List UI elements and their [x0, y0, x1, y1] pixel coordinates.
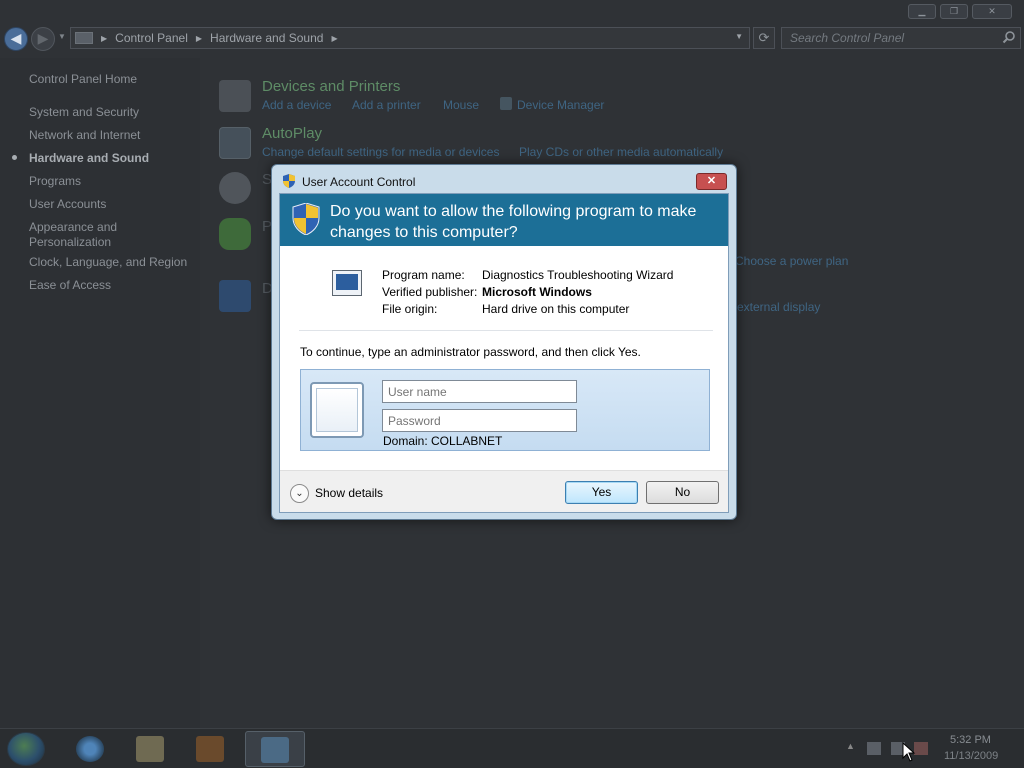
breadcrumb-separator-icon[interactable]: ▶	[196, 34, 202, 43]
sound-icon[interactable]	[219, 172, 251, 204]
autoplay-title[interactable]: AutoPlay	[262, 125, 322, 142]
program-name-label: Program name:	[382, 268, 465, 282]
taskbar-explorer[interactable]	[123, 731, 177, 767]
uac-title: User Account Control	[302, 175, 416, 189]
device-manager-link[interactable]: Device Manager	[517, 98, 604, 112]
taskbar-control-panel[interactable]	[245, 731, 305, 767]
username-field[interactable]	[382, 380, 577, 403]
mouse-cursor-icon	[902, 742, 916, 762]
volume-icon[interactable]	[914, 742, 928, 755]
forward-arrow-icon[interactable]: ▶	[31, 27, 55, 51]
restore-button[interactable]: ❐	[940, 4, 968, 19]
address-dropdown-icon[interactable]: ▼	[735, 32, 743, 41]
uac-shield-icon	[283, 174, 295, 188]
publisher-value: Microsoft Windows	[482, 285, 592, 299]
origin-label: File origin:	[382, 302, 438, 316]
folder-icon	[136, 736, 164, 762]
domain-label: Domain: COLLABNET	[383, 434, 503, 448]
internet-explorer-icon	[76, 736, 104, 762]
no-button[interactable]: No	[646, 481, 719, 504]
start-button[interactable]	[7, 732, 45, 766]
clock-date[interactable]: 11/13/2009	[944, 750, 998, 762]
program-icon	[332, 270, 362, 296]
devices-printers-icon[interactable]	[219, 80, 251, 112]
breadcrumb-separator-icon[interactable]: ▶	[101, 34, 107, 43]
caption-buttons: ▁ ❐ ✕	[908, 4, 1012, 19]
show-details-link[interactable]: Show details	[315, 486, 383, 500]
clock-time[interactable]: 5:32 PM	[950, 734, 991, 746]
yes-button[interactable]: Yes	[565, 481, 638, 504]
play-cds-link[interactable]: Play CDs or other media automatically	[519, 145, 723, 159]
mouse-link[interactable]: Mouse	[443, 98, 479, 112]
breadcrumb-separator-icon[interactable]: ▶	[331, 34, 337, 43]
taskbar: ▲ 5:32 PM 11/13/2009	[0, 728, 1024, 768]
external-display-link[interactable]: external display	[737, 300, 820, 314]
sidebar-item-programs[interactable]: Programs	[29, 174, 194, 189]
add-printer-link[interactable]: Add a printer	[352, 98, 421, 112]
control-panel-icon	[261, 737, 289, 763]
divider	[299, 330, 713, 331]
close-button[interactable]: ✕	[972, 4, 1012, 19]
uac-titlebar: User Account Control ✕	[272, 165, 736, 193]
origin-value: Hard drive on this computer	[482, 302, 630, 316]
devices-printers-title[interactable]: Devices and Printers	[262, 78, 400, 95]
user-tile	[310, 382, 364, 438]
back-arrow-icon[interactable]: ◀	[4, 27, 28, 51]
taskbar-media-player[interactable]	[183, 731, 237, 767]
sidebar-item-clock-language-region[interactable]: Clock, Language, and Region	[29, 255, 194, 270]
credentials-box: Domain: COLLABNET	[300, 369, 710, 451]
sidebar-item-control-panel-home[interactable]: Control Panel Home	[29, 72, 194, 87]
breadcrumb-control-panel[interactable]: Control Panel	[115, 31, 188, 45]
minimize-button[interactable]: ▁	[908, 4, 936, 19]
shield-icon	[292, 203, 320, 235]
uac-question: Do you want to allow the following progr…	[330, 203, 697, 241]
uac-banner: Do you want to allow the following progr…	[280, 194, 728, 246]
program-name-value: Diagnostics Troubleshooting Wizard	[482, 268, 674, 282]
sidebar-item-system-and-security[interactable]: System and Security	[29, 105, 194, 120]
media-player-icon	[196, 736, 224, 762]
sidebar-item-ease-of-access[interactable]: Ease of Access	[29, 278, 194, 293]
show-hidden-icons-icon[interactable]: ▲	[846, 741, 860, 754]
close-button[interactable]: ✕	[696, 173, 727, 190]
instruction-text: To continue, type an administrator passw…	[300, 345, 641, 359]
sidebar-item-user-accounts[interactable]: User Accounts	[29, 197, 194, 212]
uac-dialog: User Account Control ✕ Do you want to al…	[271, 164, 737, 520]
action-center-flag-icon[interactable]	[867, 742, 881, 755]
sidebar: Control Panel Home System and Security N…	[0, 58, 200, 728]
navigation-bar: ◀ ▶ ▼ ▶ Control Panel ▶ Hardware and Sou…	[0, 24, 1024, 54]
address-bar[interactable]: ▶ Control Panel ▶ Hardware and Sound ▶ ▼	[70, 27, 750, 49]
chevron-down-icon[interactable]: ⌄	[290, 484, 309, 503]
search-placeholder: Search Control Panel	[790, 31, 905, 45]
choose-power-plan-link[interactable]: Choose a power plan	[735, 254, 848, 268]
sidebar-item-network-and-internet[interactable]: Network and Internet	[29, 128, 194, 143]
power-options-icon[interactable]	[219, 218, 251, 250]
search-icon	[1002, 31, 1015, 44]
uac-body: Do you want to allow the following progr…	[279, 193, 729, 513]
autoplay-icon[interactable]	[219, 127, 251, 159]
sidebar-item-hardware-and-sound[interactable]: Hardware and Sound	[29, 151, 194, 166]
publisher-label: Verified publisher:	[382, 285, 478, 299]
password-field[interactable]	[382, 409, 577, 432]
display-icon[interactable]	[219, 280, 251, 312]
taskbar-internet-explorer[interactable]	[63, 731, 117, 767]
breadcrumb-hardware-and-sound[interactable]: Hardware and Sound	[210, 31, 323, 45]
uac-footer: ⌄ Show details Yes No	[280, 470, 728, 512]
change-default-settings-link[interactable]: Change default settings for media or dev…	[262, 145, 499, 159]
recent-pages-chevron-icon[interactable]: ▼	[58, 32, 66, 41]
control-panel-icon	[75, 32, 93, 44]
active-bullet-icon	[12, 155, 17, 160]
shield-icon	[500, 97, 512, 110]
sidebar-item-appearance[interactable]: Appearance and Personalization	[29, 220, 139, 250]
search-input[interactable]: Search Control Panel	[781, 27, 1021, 49]
refresh-icon[interactable]: ⟳	[753, 27, 775, 49]
add-device-link[interactable]: Add a device	[262, 98, 331, 112]
